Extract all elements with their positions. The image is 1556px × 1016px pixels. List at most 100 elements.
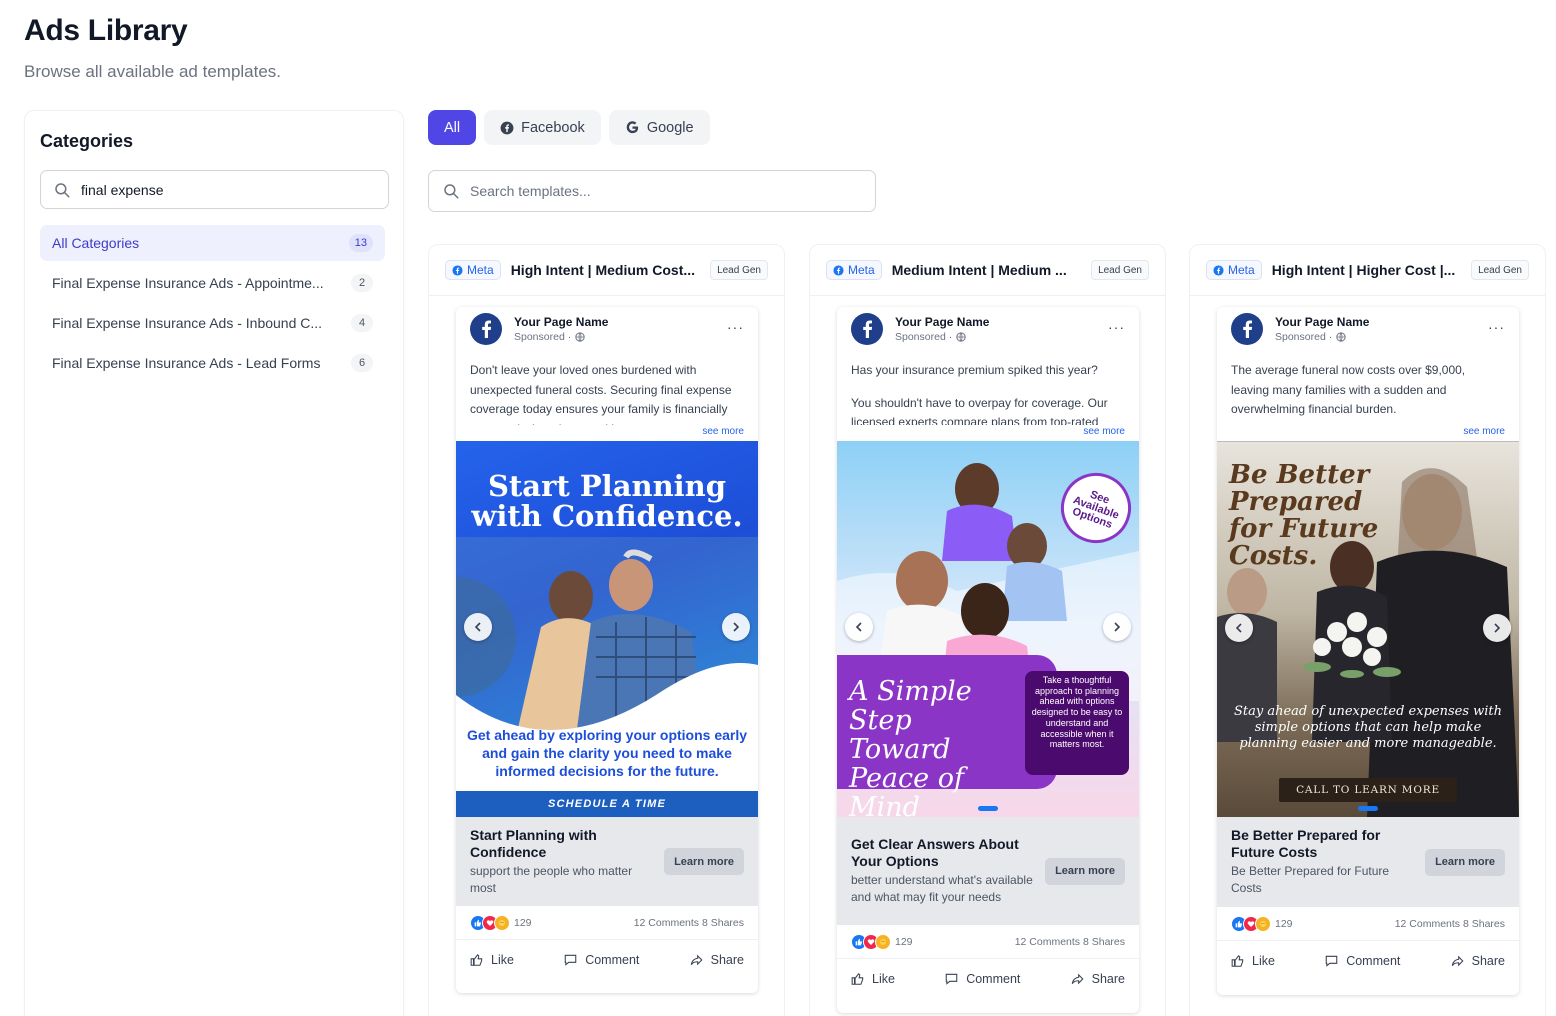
ad-template-card[interactable]: Meta High Intent | Higher Cost |... Lead… xyxy=(1189,244,1546,1016)
facebook-logo-icon xyxy=(482,320,492,338)
share-action[interactable]: Share xyxy=(1450,954,1505,968)
share-action[interactable]: Share xyxy=(689,953,744,967)
reaction-summary: 129 xyxy=(1231,915,1293,932)
like-action[interactable]: Like xyxy=(470,953,514,967)
category-search-value: final expense xyxy=(81,181,164,198)
engagement-stats: 12 Comments 8 Shares xyxy=(633,916,744,929)
more-options-icon[interactable]: ··· xyxy=(1488,319,1505,335)
creative-subtext: Get ahead by exploring your options earl… xyxy=(466,727,748,779)
filter-facebook-button[interactable]: Facebook xyxy=(484,110,601,145)
learn-more-button[interactable]: Learn more xyxy=(1045,857,1125,885)
ad-template-card[interactable]: Meta Medium Intent | Medium ... Lead Gen… xyxy=(809,244,1166,1016)
card-header: Meta Medium Intent | Medium ... Lead Gen xyxy=(810,245,1165,296)
comment-label: Comment xyxy=(585,953,640,967)
template-search[interactable] xyxy=(428,170,876,212)
reaction-count: 129 xyxy=(1275,917,1293,930)
post-actions: Like Comment Share xyxy=(1217,941,1519,981)
reactions-bar: 129 12 Comments 8 Shares xyxy=(837,925,1139,959)
platform-label: Meta xyxy=(467,263,494,277)
carousel-prev-button[interactable] xyxy=(1225,614,1253,642)
cta-description: support the people who matter most xyxy=(470,863,633,895)
chevron-right-icon xyxy=(733,622,740,632)
cta-description: Be Better Prepared for Future Costs xyxy=(1231,864,1390,895)
like-label: Like xyxy=(1252,954,1275,968)
engagement-stats: 12 Comments 8 Shares xyxy=(1014,935,1125,948)
facebook-icon xyxy=(452,264,463,276)
page-avatar xyxy=(470,313,502,345)
carousel-indicator xyxy=(978,806,998,811)
creative-cta-bar: SCHEDULE A TIME xyxy=(456,791,758,817)
like-action[interactable]: Like xyxy=(851,972,895,986)
cta-text-block: Be Better Prepared for Future Costs Be B… xyxy=(1231,827,1421,897)
filter-google-button[interactable]: Google xyxy=(608,110,710,145)
see-more-link[interactable]: see more xyxy=(837,425,1139,441)
post-actions: Like Comment Share xyxy=(837,959,1139,999)
thumbs-up-icon xyxy=(470,953,483,966)
comment-action[interactable]: Comment xyxy=(563,953,639,967)
category-label: All Categories xyxy=(52,235,140,251)
categories-title: Categories xyxy=(40,131,134,151)
post-text-primary: Has your insurance premium spiked this y… xyxy=(851,363,1098,377)
see-more-link[interactable]: see more xyxy=(1217,425,1519,441)
carousel-prev-button[interactable] xyxy=(464,613,492,641)
share-action[interactable]: Share xyxy=(1070,972,1125,986)
post-text: Has your insurance premium spiked this y… xyxy=(837,351,1139,425)
sponsored-text: Sponsored · xyxy=(1275,331,1333,343)
share-label: Share xyxy=(1091,972,1125,986)
reaction-count: 129 xyxy=(514,916,532,929)
facebook-ad-preview: Your Page Name Sponsored · ··· Has your … xyxy=(837,307,1139,1013)
carousel-next-button[interactable] xyxy=(1103,613,1131,641)
filter-all-button[interactable]: All xyxy=(428,110,477,145)
carousel-next-button[interactable] xyxy=(1483,614,1511,642)
ad-cta-section: Be Better Prepared for Future Costs Be B… xyxy=(1217,817,1519,907)
comment-action[interactable]: Comment xyxy=(944,972,1020,986)
reaction-summary: 129 xyxy=(470,914,532,931)
objective-badge: Lead Gen xyxy=(1471,260,1529,280)
more-options-icon[interactable]: ··· xyxy=(1108,319,1125,335)
learn-more-button[interactable]: Learn more xyxy=(1425,848,1505,876)
template-search-input[interactable] xyxy=(470,183,850,199)
carousel-prev-button[interactable] xyxy=(845,613,873,641)
share-icon xyxy=(1071,973,1084,985)
like-label: Like xyxy=(872,972,895,986)
category-item-lead-forms[interactable]: Final Expense Insurance Ads - Lead Forms… xyxy=(40,345,385,381)
share-icon xyxy=(1451,955,1464,967)
learn-more-button[interactable]: Learn more xyxy=(664,848,744,875)
filter-facebook-label: Facebook xyxy=(521,119,585,136)
page-avatar xyxy=(1231,313,1263,345)
platform-badge: Meta xyxy=(1206,260,1262,280)
cta-headline: Get Clear Answers About Your Options xyxy=(851,836,1019,869)
category-item-inbound[interactable]: Final Expense Insurance Ads - Inbound C.… xyxy=(40,305,385,341)
facebook-ad-preview: Your Page Name Sponsored · ··· Don't lea… xyxy=(456,307,758,993)
card-title: High Intent | Higher Cost |... xyxy=(1271,262,1456,278)
objective-badge: Lead Gen xyxy=(1091,260,1149,280)
facebook-logo-icon xyxy=(863,320,873,338)
like-action[interactable]: Like xyxy=(1231,954,1275,968)
category-count: 4 xyxy=(351,314,373,332)
cta-text-block: Get Clear Answers About Your Options bet… xyxy=(851,836,1041,906)
post-text: The average funeral now costs over $9,00… xyxy=(1217,351,1519,425)
category-count: 6 xyxy=(351,354,373,372)
post-text-primary: The average funeral now costs over $9,00… xyxy=(1231,363,1466,416)
see-more-link[interactable]: see more xyxy=(456,425,758,441)
globe-icon xyxy=(1336,332,1346,342)
more-options-icon[interactable]: ··· xyxy=(727,319,744,335)
facebook-logo-icon xyxy=(1243,320,1253,338)
ad-template-card[interactable]: Meta High Intent | Medium Cost... Lead G… xyxy=(428,244,785,1016)
ad-cta-section: Get Clear Answers About Your Options bet… xyxy=(837,817,1139,925)
comment-action[interactable]: Comment xyxy=(1324,954,1400,968)
category-item-all[interactable]: All Categories 13 xyxy=(40,225,385,261)
comment-icon xyxy=(1325,955,1338,967)
comment-icon xyxy=(945,973,958,985)
creative-headline: Be Better Prepared for Future Costs. xyxy=(1229,460,1379,571)
card-header: Meta High Intent | Medium Cost... Lead G… xyxy=(429,245,784,296)
category-item-appointment[interactable]: Final Expense Insurance Ads - Appointme.… xyxy=(40,265,385,301)
chevron-right-icon xyxy=(1494,623,1501,633)
cta-text-block: Start Planning with Confidence support t… xyxy=(470,827,660,897)
carousel-next-button[interactable] xyxy=(722,613,750,641)
facebook-icon xyxy=(500,121,514,134)
sponsored-text: Sponsored · xyxy=(514,331,572,343)
post-text-secondary: You shouldn't have to overpay for covera… xyxy=(851,395,1108,426)
creative-headline: Start Planning with Confidence. xyxy=(471,469,743,533)
category-search-input[interactable]: final expense xyxy=(40,170,389,209)
